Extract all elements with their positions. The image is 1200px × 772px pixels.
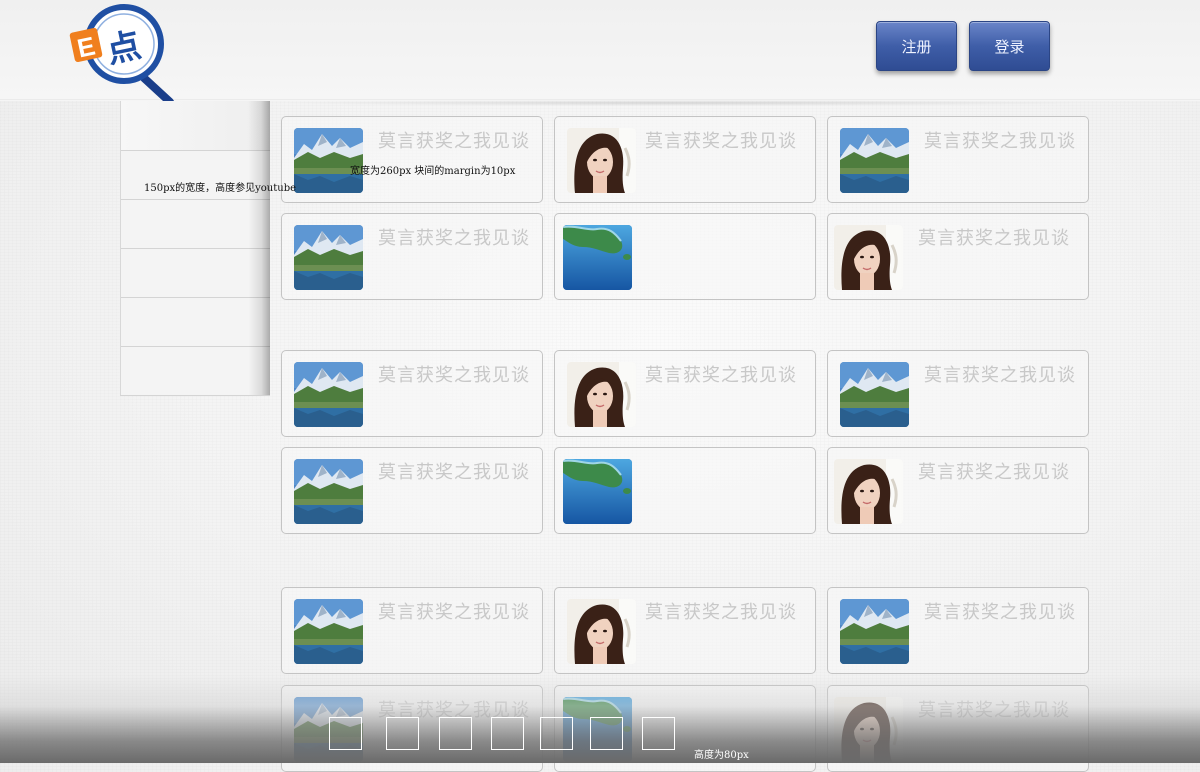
- article-card[interactable]: 莫言获奖之我见谈: [554, 587, 816, 674]
- card-title[interactable]: 莫言获奖之我见谈: [378, 458, 530, 484]
- article-card[interactable]: 莫言获奖之我见谈: [281, 587, 543, 674]
- mountain-lake-thumbnail[interactable]: [294, 128, 363, 193]
- login-button[interactable]: 登录: [969, 21, 1050, 71]
- sidebar-width-note: 150px的宽度，高度参见youtube: [144, 183, 297, 194]
- card-title[interactable]: 莫言获奖之我见谈: [924, 361, 1076, 387]
- sidebar-shadow: [248, 101, 270, 395]
- pager-box[interactable]: [439, 717, 472, 750]
- article-card[interactable]: [554, 213, 816, 300]
- article-card[interactable]: 莫言获奖之我见谈: [827, 213, 1089, 300]
- article-card[interactable]: 莫言获奖之我见谈: [281, 116, 543, 203]
- pager-box[interactable]: [386, 717, 419, 750]
- card-title[interactable]: 莫言获奖之我见谈: [645, 127, 797, 153]
- card-title[interactable]: 莫言获奖之我见谈: [378, 598, 530, 624]
- pager-box[interactable]: [491, 717, 524, 750]
- pager-box[interactable]: [329, 717, 362, 750]
- article-card[interactable]: 莫言获奖之我见谈: [281, 213, 543, 300]
- mountain-lake-thumbnail[interactable]: [840, 128, 909, 193]
- article-card[interactable]: 莫言获奖之我见谈: [554, 350, 816, 437]
- woman-portrait-thumbnail[interactable]: [567, 599, 636, 664]
- article-card[interactable]: 莫言获奖之我见谈: [827, 587, 1089, 674]
- article-card[interactable]: [554, 447, 816, 534]
- pager-box[interactable]: [642, 717, 675, 750]
- card-title[interactable]: 莫言获奖之我见谈: [645, 361, 797, 387]
- article-card[interactable]: 莫言获奖之我见谈: [554, 116, 816, 203]
- woman-portrait-thumbnail[interactable]: [567, 128, 636, 193]
- woman-portrait-thumbnail[interactable]: [834, 459, 903, 524]
- article-card[interactable]: 莫言获奖之我见谈: [827, 116, 1089, 203]
- register-button[interactable]: 注册: [876, 21, 957, 71]
- island-sea-thumbnail[interactable]: [563, 459, 632, 524]
- sidebar-nav: [120, 101, 270, 396]
- article-card[interactable]: 莫言获奖之我见谈: [281, 350, 543, 437]
- mountain-lake-thumbnail[interactable]: [840, 599, 909, 664]
- mountain-lake-thumbnail[interactable]: [294, 362, 363, 427]
- woman-portrait-thumbnail[interactable]: [834, 225, 903, 290]
- pager-box[interactable]: [540, 717, 573, 750]
- content-top-shadow: [275, 100, 1095, 106]
- mountain-lake-thumbnail[interactable]: [294, 459, 363, 524]
- mountain-lake-thumbnail[interactable]: [840, 362, 909, 427]
- card-title[interactable]: 莫言获奖之我见谈: [924, 127, 1076, 153]
- card-title[interactable]: 莫言获奖之我见谈: [918, 458, 1070, 484]
- article-card[interactable]: 莫言获奖之我见谈: [281, 447, 543, 534]
- mountain-lake-thumbnail[interactable]: [294, 599, 363, 664]
- card-title[interactable]: 莫言获奖之我见谈: [378, 361, 530, 387]
- card-title[interactable]: 莫言获奖之我见谈: [918, 224, 1070, 250]
- card-title[interactable]: 莫言获奖之我见谈: [378, 224, 530, 250]
- site-logo[interactable]: E 点: [66, 0, 176, 106]
- card-width-note: 宽度为260px 块间的margin为10px: [350, 166, 516, 177]
- pager-box[interactable]: [590, 717, 623, 750]
- article-card[interactable]: 莫言获奖之我见谈: [827, 447, 1089, 534]
- island-sea-thumbnail[interactable]: [563, 225, 632, 290]
- card-title[interactable]: 莫言获奖之我见谈: [924, 598, 1076, 624]
- card-title[interactable]: 莫言获奖之我见谈: [645, 598, 797, 624]
- mountain-lake-thumbnail[interactable]: [294, 225, 363, 290]
- woman-portrait-thumbnail[interactable]: [567, 362, 636, 427]
- card-title[interactable]: 莫言获奖之我见谈: [378, 127, 530, 153]
- article-card[interactable]: 莫言获奖之我见谈: [827, 350, 1089, 437]
- bottom-bar-height-note: 高度为80px: [694, 750, 749, 761]
